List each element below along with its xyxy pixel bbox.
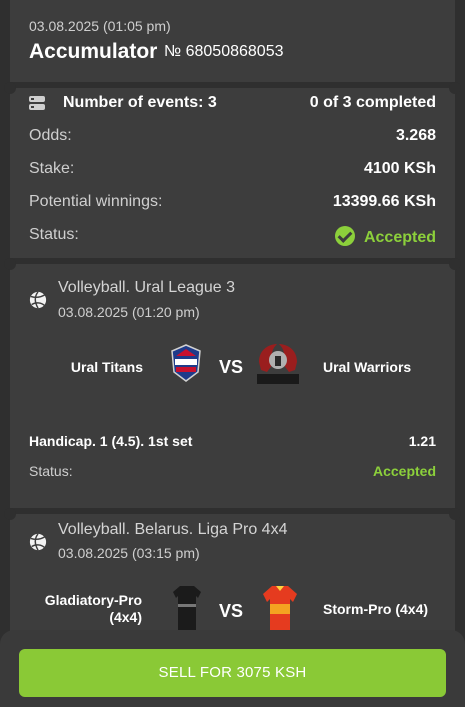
home-team-name: Gladiatory-Pro (4x4) [30,592,142,626]
divider-notch-right [449,258,461,270]
event-card-1[interactable]: Volleyball. Ural League 3 03.08.2025 (01… [4,258,461,508]
volleyball-icon [29,291,47,309]
home-team-line2: (4x4) [109,609,142,625]
events-count-row: Number of events: 3 0 of 3 completed [29,94,436,114]
winnings-label: Potential winnings: [29,193,163,210]
away-jersey-icon [263,586,297,630]
event-date: 03.08.2025 (01:20 pm) [58,304,200,320]
coupon-date: 03.08.2025 (01:05 pm) [29,18,171,34]
bet-coefficient: 1.21 [408,433,436,449]
winnings-row: Potential winnings: 13399.66 KSh [29,193,436,213]
event-league: Volleyball. Belarus. Liga Pro 4x4 [58,521,288,538]
odds-label: Odds: [29,127,72,144]
winnings-value: 13399.66 KSh [332,193,436,210]
stake-row: Stake: 4100 KSh [29,160,436,180]
divider-notch-right [449,508,461,520]
event-status-value: Accepted [372,463,436,479]
sell-button[interactable]: SELL FOR 3075 KSH [19,649,446,697]
coupon-summary: Number of events: 3 0 of 3 completed Odd… [4,82,461,258]
event-league: Volleyball. Ural League 3 [58,279,236,296]
divider-notch-left [4,508,16,520]
odds-value: 3.268 [395,127,436,144]
ticket-number: № 68050868053 [164,43,284,60]
event-card-2[interactable]: Volleyball. Belarus. Liga Pro 4x4 03.08.… [4,508,461,644]
home-team-name: Ural Titans [70,359,143,375]
stake-label: Stake: [29,160,75,177]
list-icon [29,96,45,110]
status-row: Status: Accepted [29,226,436,248]
ural-titans-logo [171,344,201,382]
check-circle-icon [334,226,355,246]
vs-label: VS [219,357,244,377]
stake-value: 4100 KSh [363,160,436,177]
status-text: Accepted [363,229,436,246]
coupon-header: 03.08.2025 (01:05 pm) Accumulator № 6805… [10,0,455,82]
home-jersey-icon [173,586,201,630]
vs-label: VS [219,601,244,621]
odds-row: Odds: 3.268 [29,127,436,147]
away-team-name: Storm-Pro (4x4) [323,601,429,617]
bottom-action-bar: SELL FOR 3075 KSH [0,630,465,707]
divider-notch-right [449,82,461,94]
status-label: Status: [29,226,79,243]
events-count-label: Number of events: 3 [63,94,217,111]
home-team-line1: Gladiatory-Pro [44,592,142,608]
volleyball-icon [29,533,47,551]
divider-notch-left [4,82,16,94]
status-value: Accepted [334,226,436,247]
completed-count: 0 of 3 completed [309,94,436,111]
event-status-label: Status: [29,463,73,479]
coupon-title: Accumulator [29,40,158,63]
ural-warriors-logo [257,344,299,384]
away-team-name: Ural Warriors [323,359,412,375]
bet-description: Handicap. 1 (4.5). 1st set [29,433,193,449]
divider-notch-left [4,258,16,270]
event-date: 03.08.2025 (03:15 pm) [58,545,200,561]
